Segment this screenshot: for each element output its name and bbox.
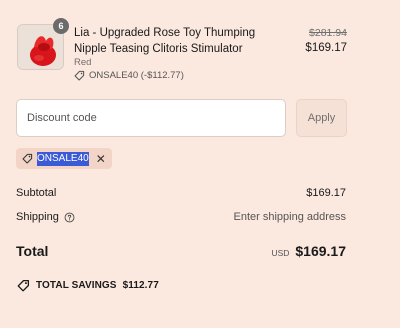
savings-label: TOTAL SAVINGS bbox=[36, 280, 117, 291]
remove-discount-icon[interactable]: ✕ bbox=[96, 153, 106, 165]
quantity-badge: 6 bbox=[53, 18, 69, 34]
total-row: Total USD $169.17 bbox=[16, 243, 346, 259]
product-title: Lia - Upgraded Rose Toy Thumping Nipple … bbox=[74, 27, 256, 55]
total-savings: TOTAL SAVINGS $112.77 bbox=[17, 279, 159, 292]
current-price: $169.17 bbox=[305, 42, 347, 54]
original-price: $281.94 bbox=[309, 27, 347, 39]
discount-code-input[interactable] bbox=[16, 99, 286, 137]
subtotal-label: Subtotal bbox=[16, 187, 57, 199]
total-value: $169.17 bbox=[295, 243, 346, 259]
total-label: Total bbox=[16, 243, 49, 259]
subtotal-row: Subtotal $169.17 bbox=[16, 187, 346, 199]
cart-line-item: 6 Lia - Upgraded Rose Toy Thumping Nippl… bbox=[17, 18, 347, 84]
tag-icon bbox=[74, 70, 85, 81]
line-discount: ONSALE40 (-$112.77) bbox=[74, 70, 184, 81]
help-circle-icon[interactable] bbox=[64, 212, 75, 223]
product-variant: Red bbox=[74, 57, 92, 68]
applied-discount-chip: ONSALE40 ✕ bbox=[16, 148, 112, 169]
currency-code: USD bbox=[271, 248, 290, 258]
subtotal-value: $169.17 bbox=[306, 187, 346, 199]
shipping-label: Shipping bbox=[16, 211, 59, 223]
apply-button[interactable]: Apply bbox=[296, 99, 347, 137]
savings-value: $112.77 bbox=[122, 280, 159, 291]
tag-icon bbox=[22, 153, 33, 164]
line-discount-text: ONSALE40 (-$112.77) bbox=[89, 70, 184, 81]
tag-icon bbox=[17, 279, 30, 292]
shipping-value: Enter shipping address bbox=[233, 211, 346, 223]
shipping-row: Shipping Enter shipping address bbox=[16, 211, 346, 223]
product-prices: $281.94 $169.17 bbox=[305, 26, 347, 57]
applied-code-label: ONSALE40 bbox=[37, 151, 89, 166]
